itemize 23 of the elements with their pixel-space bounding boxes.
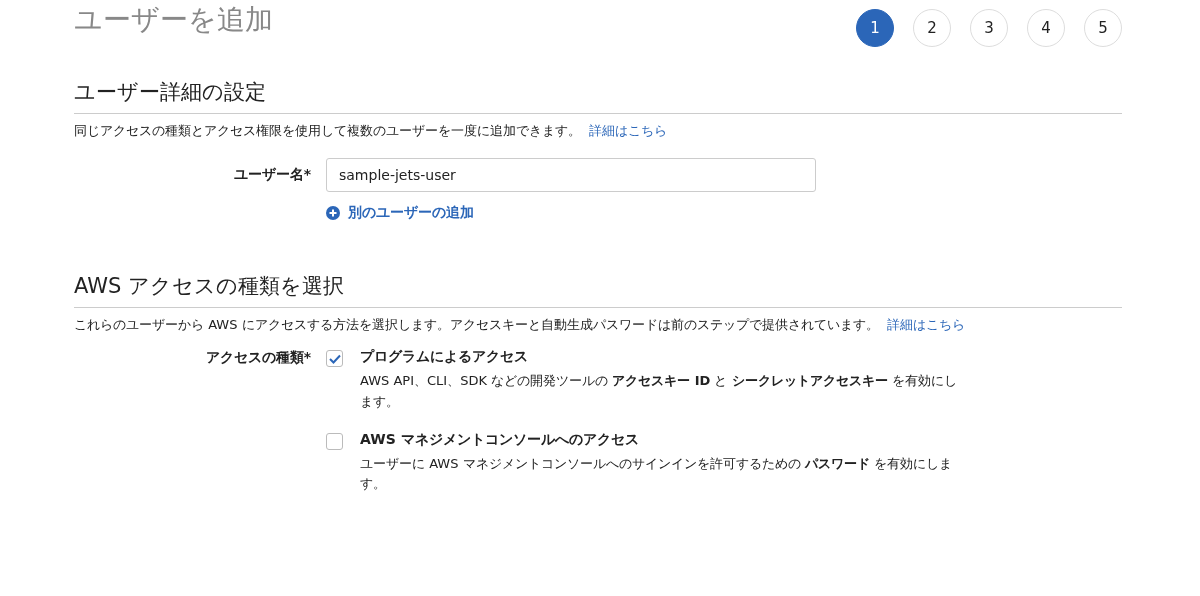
learn-more-link[interactable]: 詳細はこちら bbox=[589, 123, 667, 138]
section-heading: ユーザー詳細の設定 bbox=[74, 78, 1122, 114]
section-heading: AWS アクセスの種類を選択 bbox=[74, 272, 1122, 308]
page-title: ユーザーを追加 bbox=[74, 2, 273, 38]
add-user-link[interactable]: 別のユーザーの追加 bbox=[348, 204, 474, 222]
field-label: ユーザー名* bbox=[232, 165, 312, 184]
checkbox[interactable] bbox=[326, 350, 343, 367]
plus-circle-icon bbox=[326, 206, 340, 220]
step-indicator[interactable]: 3 bbox=[970, 9, 1008, 47]
section-description: 同じアクセスの種類とアクセス権限を使用して複数のユーザーを一度に追加できます。 詳細はこちら bbox=[74, 122, 668, 140]
field-label: アクセスの種類* bbox=[204, 348, 312, 367]
option-title: プログラムによるアクセス bbox=[360, 348, 529, 366]
option-description: AWS API、CLI、SDK などの開発ツールの アクセスキー ID と シークレットアクセスキー を有効にします。 bbox=[360, 372, 958, 411]
step-indicator[interactable]: 1 bbox=[856, 9, 894, 47]
option-title: AWS マネジメントコンソールへのアクセス bbox=[360, 430, 640, 449]
option-description: ユーザーに AWS マネジメントコンソールへのサインインを許可するための パスワード を有効にします。 bbox=[360, 454, 953, 494]
learn-more-link[interactable]: 詳細はこちら bbox=[886, 317, 965, 332]
step-indicator[interactable]: 4 bbox=[1027, 9, 1065, 47]
step-indicator[interactable]: 2 bbox=[913, 9, 951, 47]
section-description: これらのユーザーから AWS にアクセスする方法を選択します。アクセスキーと自動生成パスワードは前のステップで提供されています。 詳細はこちら bbox=[74, 316, 966, 334]
username-field[interactable]: sample-jets-user bbox=[326, 158, 816, 192]
step-indicator[interactable]: 5 bbox=[1084, 9, 1122, 47]
checkbox[interactable] bbox=[326, 432, 343, 450]
